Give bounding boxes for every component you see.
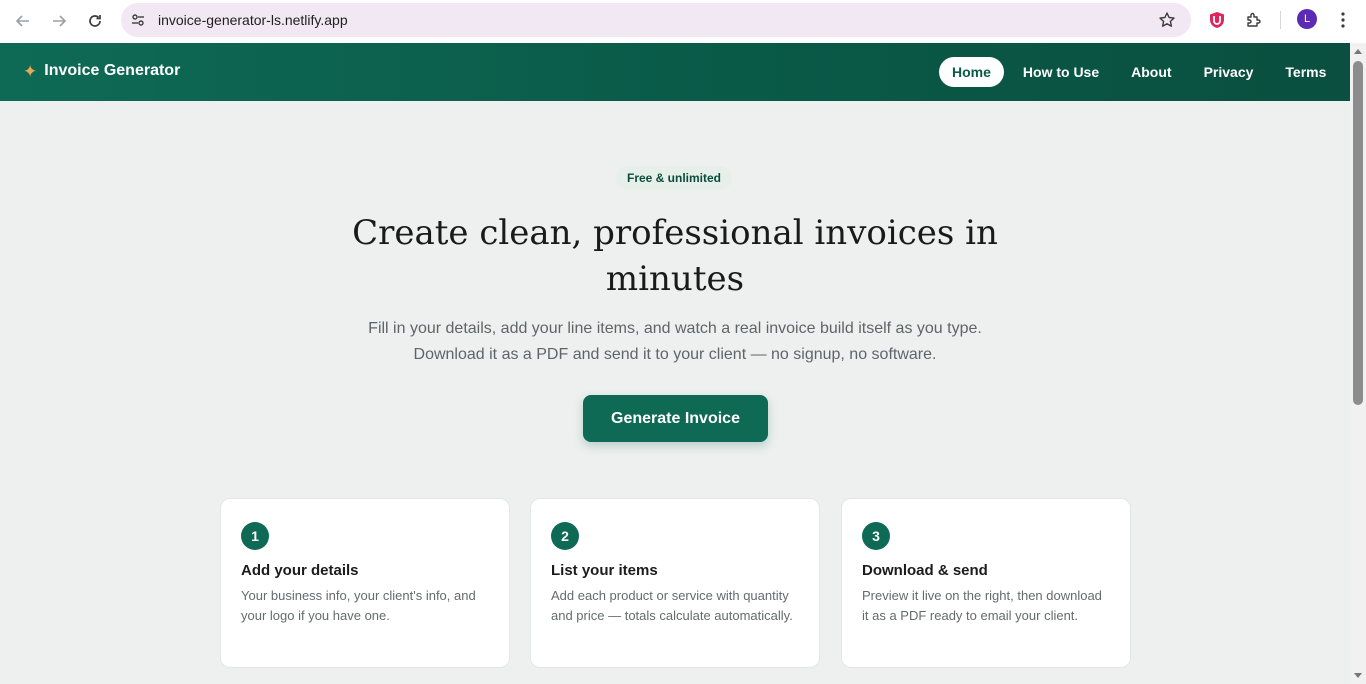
- nav-privacy[interactable]: Privacy: [1191, 57, 1267, 87]
- step-card-download: 3 Download & send Preview it live on the…: [841, 498, 1131, 668]
- hero-title: Create clean, professional invoices in m…: [352, 213, 998, 299]
- scroll-down-arrow-icon[interactable]: [1354, 673, 1362, 678]
- main-nav: Home How to Use About Privacy Terms: [939, 57, 1345, 87]
- step-title: Add your details: [241, 562, 359, 579]
- step-number: 1: [241, 522, 269, 550]
- nav-how-to-use[interactable]: How to Use: [1010, 57, 1112, 87]
- free-badge: Free & unlimited: [616, 166, 733, 190]
- step-number: 2: [551, 522, 579, 550]
- scrollbar-thumb[interactable]: [1353, 61, 1363, 405]
- step-description: Preview it live on the right, then downl…: [862, 588, 1102, 623]
- arrow-left-icon: [15, 15, 29, 27]
- step-description: Add each product or service with quantit…: [551, 588, 793, 623]
- nav-home[interactable]: Home: [939, 57, 1004, 87]
- site-settings-icon[interactable]: [129, 11, 147, 29]
- reload-icon: [89, 15, 101, 27]
- sparkle-icon: ✦: [23, 61, 38, 81]
- forward-button[interactable]: [45, 7, 73, 35]
- step-card-details: 1 Add your details Your business info, y…: [220, 498, 510, 668]
- brand-name: Invoice Generator: [44, 62, 181, 79]
- reload-button[interactable]: [81, 7, 109, 35]
- nav-terms[interactable]: Terms: [1272, 57, 1339, 87]
- generate-invoice-button[interactable]: Generate Invoice: [583, 395, 768, 442]
- brand-logo[interactable]: ✦ Invoice Generator: [23, 62, 180, 80]
- kebab-menu-icon[interactable]: [1332, 9, 1354, 31]
- step-number: 3: [862, 522, 890, 550]
- step-card-items: 2 List your items Add each product or se…: [530, 498, 820, 668]
- hero-subtitle: Fill in your details, add your line item…: [368, 320, 982, 363]
- step-title: Download & send: [862, 562, 988, 579]
- step-title: List your items: [551, 562, 658, 579]
- address-bar[interactable]: invoice-generator-ls.netlify.app: [121, 3, 1191, 37]
- extensions-puzzle-icon[interactable]: [1243, 9, 1265, 31]
- arrow-right-icon: [53, 15, 67, 27]
- back-button[interactable]: [9, 7, 37, 35]
- ublock-extension-icon[interactable]: [1206, 9, 1228, 31]
- browser-toolbar: invoice-generator-ls.netlify.app L: [0, 0, 1366, 43]
- url-text[interactable]: invoice-generator-ls.netlify.app: [158, 12, 348, 28]
- bookmark-star-icon[interactable]: [1157, 10, 1177, 30]
- nav-about[interactable]: About: [1118, 57, 1184, 87]
- step-description: Your business info, your client's info, …: [241, 588, 476, 623]
- site-header: ✦ Invoice Generator Home How to Use Abou…: [0, 43, 1350, 101]
- scroll-up-arrow-icon[interactable]: [1354, 49, 1362, 54]
- toolbar-divider: [1280, 11, 1281, 29]
- page-scrollbar[interactable]: [1350, 43, 1366, 684]
- profile-avatar[interactable]: L: [1297, 9, 1317, 29]
